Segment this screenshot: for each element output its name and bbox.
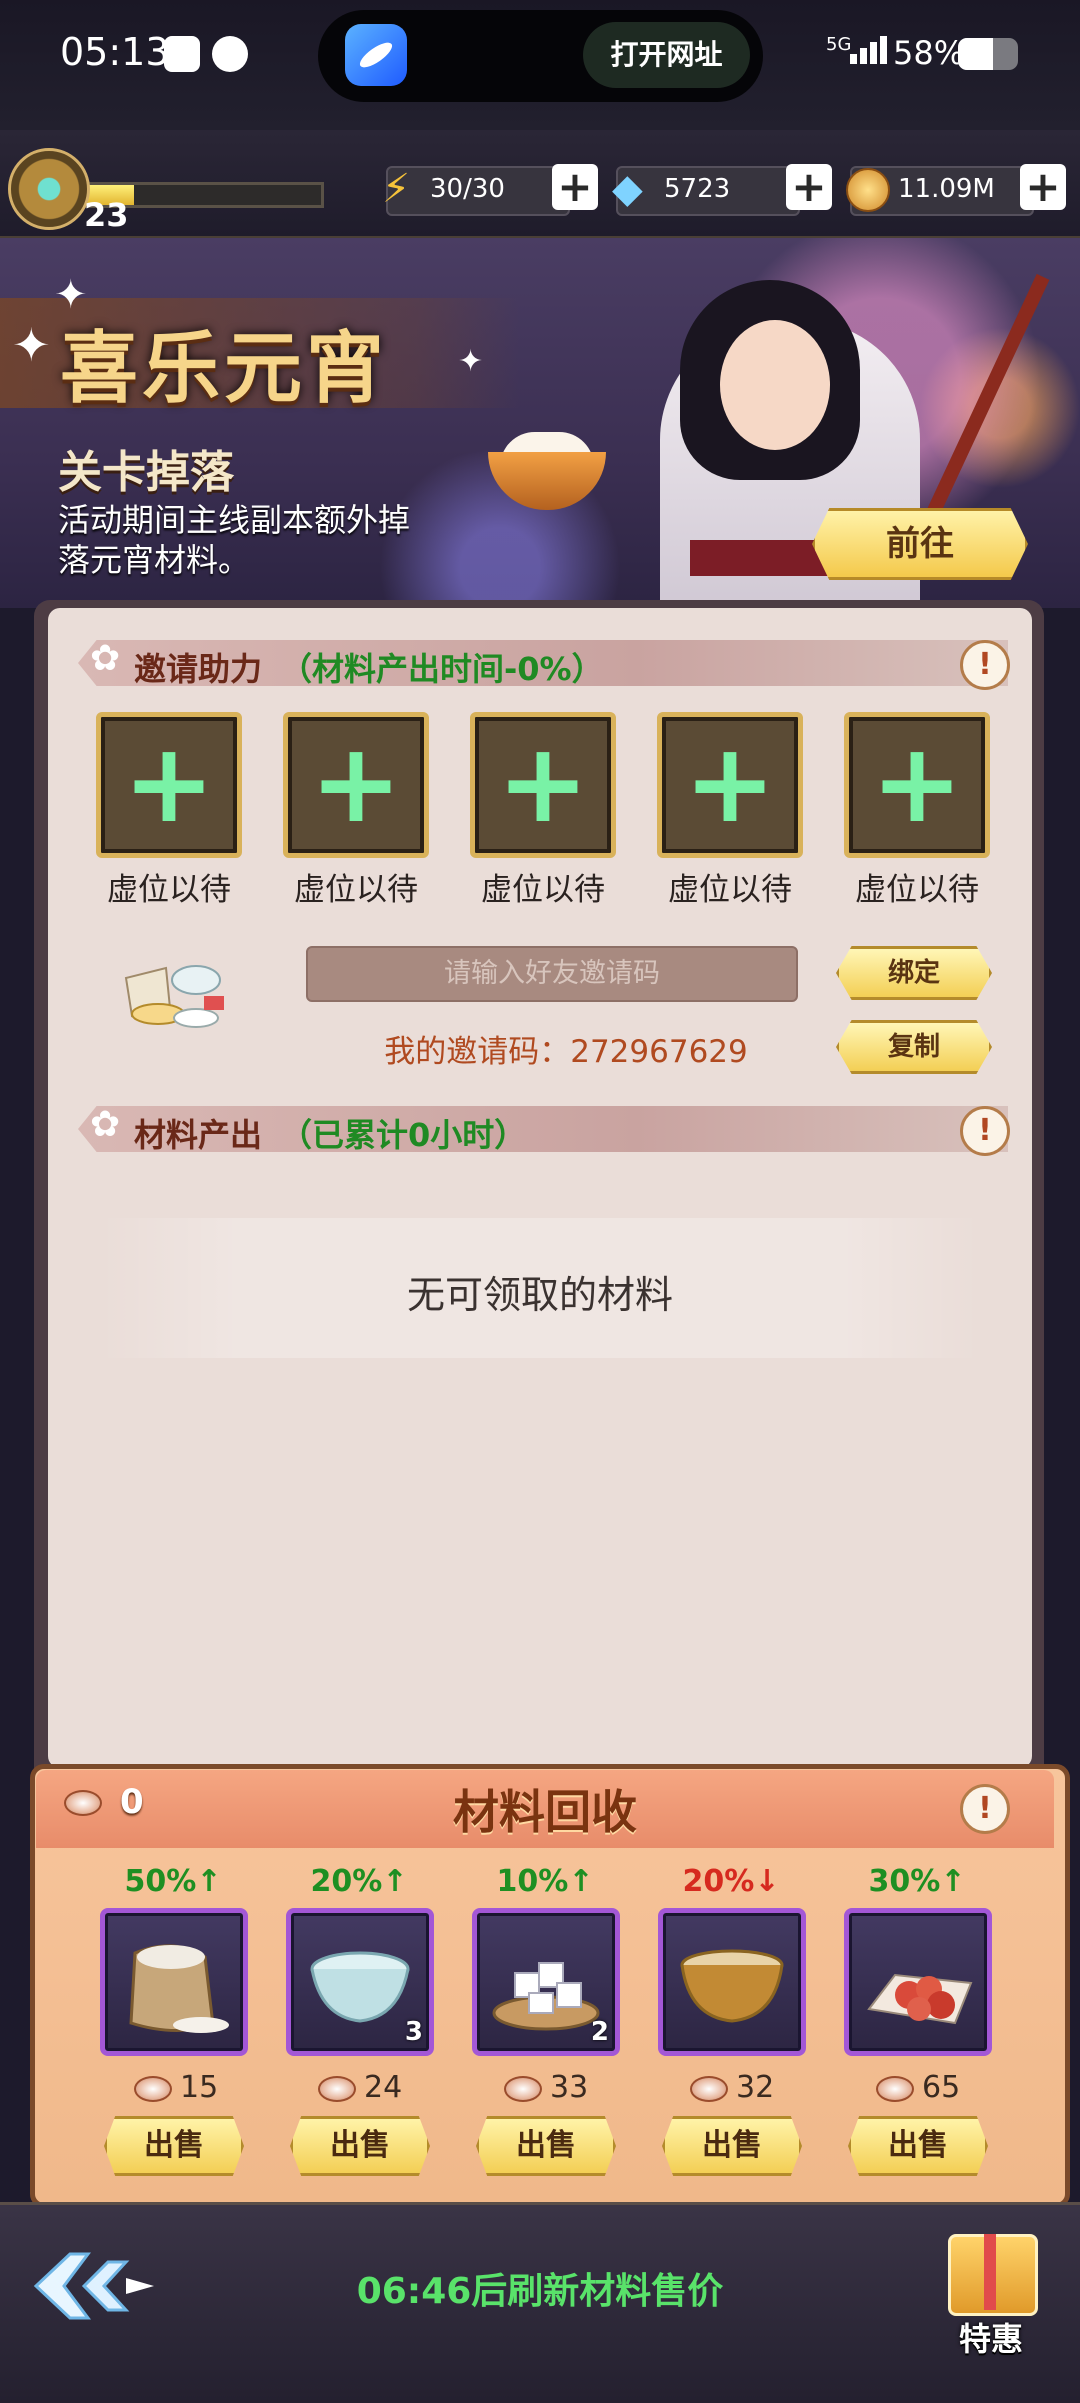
recycle-info-icon[interactable]: ! [960, 1784, 1010, 1834]
sell-button[interactable]: 出售 [476, 2116, 616, 2176]
flower-icon: ✿ [90, 638, 121, 679]
bind-button[interactable]: 绑定 [836, 946, 992, 1000]
tangyuan-coin-icon [504, 2076, 542, 2102]
refresh-timer: 06:46后刷新材料售价 [356, 2271, 724, 2312]
lightning-icon: ⚡ [382, 166, 411, 212]
drop-description: 活动期间主线副本额外掉落元宵材料。 [58, 501, 411, 579]
output-title: 材料产出 [134, 1116, 263, 1154]
ingredients-illustration [124, 965, 224, 1028]
material-golden-bowl[interactable] [658, 1908, 806, 2056]
recycle-title: 材料回收 [453, 1785, 637, 1839]
drop-title: 关卡掉落 [58, 447, 234, 498]
slot-label: 虚位以待 [481, 872, 605, 908]
invite-slot[interactable]: + [657, 712, 803, 858]
slot-label: 虚位以待 [294, 872, 418, 908]
price-change: 30%↑ [868, 1864, 966, 1899]
plus-icon: + [683, 719, 777, 847]
invite-code-input[interactable]: 请输入好友邀请码 [306, 946, 798, 1002]
sparkle-icon: ✦ [458, 344, 484, 379]
signal-icon [850, 36, 890, 64]
invite-slot[interactable]: + [844, 712, 990, 858]
add-energy-button[interactable]: + [552, 164, 598, 210]
gift-ribbon [984, 2234, 996, 2310]
sell-button[interactable]: 出售 [848, 2116, 988, 2176]
alarm-icon [212, 36, 248, 72]
sparkle-icon: ✦ [12, 318, 51, 372]
material-water-bowl[interactable]: 3 [286, 1908, 434, 2056]
output-info-icon[interactable]: ! [960, 1106, 1010, 1156]
player-level: 23 [84, 196, 129, 234]
battery-percent: 58% [893, 34, 965, 72]
price-change: 10%↑ [496, 1864, 594, 1899]
slot-label: 虚位以待 [107, 872, 231, 908]
notification-icon [164, 36, 200, 72]
diamond-icon: ◆ [612, 166, 643, 212]
item-quantity: 3 [404, 2017, 423, 2047]
material-sugar-cubes[interactable]: 2 [472, 1908, 620, 2056]
invite-slot[interactable]: + [283, 712, 429, 858]
copy-button[interactable]: 复制 [836, 1020, 992, 1074]
invite-title: 邀请助力 [134, 650, 263, 688]
golden-bowl-icon [680, 1949, 784, 2023]
add-gems-button[interactable]: + [786, 164, 832, 210]
my-invite-code: 我的邀请码：272967629 [384, 1034, 748, 1070]
flower-icon: ✿ [90, 1104, 121, 1145]
event-title: 喜乐元宵 [60, 323, 389, 414]
open-url-button[interactable]: 打开网址 [583, 22, 750, 88]
character-face [720, 320, 830, 450]
sell-button[interactable]: 出售 [662, 2116, 802, 2176]
empty-message: 无可领取的材料 [406, 1273, 673, 1317]
slot-label: 虚位以待 [668, 872, 792, 908]
plus-icon: + [870, 719, 964, 847]
red-filling-icon [867, 1973, 973, 2025]
network-label: 5G [826, 34, 852, 55]
energy-value: 30/30 [430, 174, 505, 204]
battery-icon [958, 38, 1018, 70]
coin-icon [846, 168, 890, 212]
sell-button[interactable]: 出售 [290, 2116, 430, 2176]
gem-value: 5723 [664, 174, 731, 204]
sell-price: 32 [736, 2070, 775, 2105]
invite-note: （材料产出时间-0%） [280, 650, 604, 688]
price-change: 20%↓ [682, 1864, 780, 1899]
sell-price: 33 [550, 2070, 589, 2105]
tangyuan-coin-icon [876, 2076, 914, 2102]
clock: 05:13 [60, 30, 170, 74]
coin-value: 11.09M [898, 174, 995, 204]
tangyuan-coin-icon [134, 2076, 172, 2102]
sell-price: 24 [364, 2070, 403, 2105]
price-change: 50%↑ [124, 1864, 222, 1899]
plus-icon: + [309, 719, 403, 847]
invite-slot[interactable]: + [96, 712, 242, 858]
sell-price: 65 [922, 2070, 961, 2105]
tangyuan-coin-icon [690, 2076, 728, 2102]
level-emblem-icon[interactable] [8, 148, 90, 230]
material-red-filling[interactable] [844, 1908, 992, 2056]
output-note: （已累计0小时） [280, 1116, 527, 1154]
add-coins-button[interactable]: + [1020, 164, 1066, 210]
back-arrow-icon[interactable] [30, 2246, 160, 2326]
sell-price: 15 [180, 2070, 219, 2105]
item-quantity: 2 [590, 2017, 609, 2047]
plus-icon: + [122, 719, 216, 847]
slot-label: 虚位以待 [855, 872, 979, 908]
browser-icon[interactable] [345, 24, 407, 86]
invite-info-icon[interactable]: ! [960, 640, 1010, 690]
invite-slot[interactable]: + [470, 712, 616, 858]
sell-button[interactable]: 出售 [104, 2116, 244, 2176]
special-offer-label[interactable]: 特惠 [946, 2314, 1036, 2360]
flour-sack-icon [129, 1944, 229, 2033]
battery-fill [958, 38, 993, 70]
material-flour[interactable] [100, 1908, 248, 2056]
plus-icon: + [496, 719, 590, 847]
price-change: 20%↑ [310, 1864, 408, 1899]
go-button[interactable]: 前往 [812, 508, 1028, 580]
tangyuan-coin-icon [318, 2076, 356, 2102]
